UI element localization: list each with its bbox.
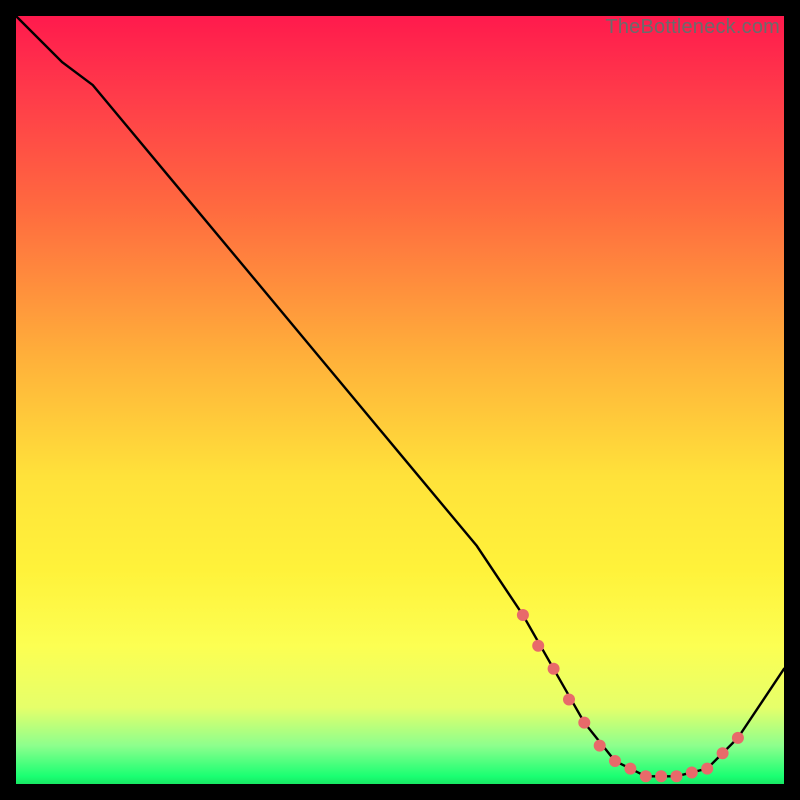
highlight-dot <box>563 694 575 706</box>
highlight-dot <box>655 770 667 782</box>
highlight-dot <box>609 755 621 767</box>
watermark-text: TheBottleneck.com <box>605 16 780 39</box>
highlight-dots <box>517 609 744 782</box>
highlight-dot <box>640 770 652 782</box>
curve-layer <box>16 16 784 776</box>
plot-area: TheBottleneck.com <box>16 16 784 784</box>
highlight-dot <box>701 763 713 775</box>
highlight-dot <box>517 609 529 621</box>
highlight-dot <box>671 770 683 782</box>
highlight-dot <box>548 663 560 675</box>
highlight-dot <box>594 740 606 752</box>
chart-svg <box>16 16 784 784</box>
highlight-dot <box>717 747 729 759</box>
bottleneck-curve <box>16 16 784 776</box>
highlight-dot <box>532 640 544 652</box>
highlight-dot <box>732 732 744 744</box>
highlight-dot <box>624 763 636 775</box>
chart-frame: TheBottleneck.com <box>0 0 800 800</box>
highlight-dot <box>578 717 590 729</box>
highlight-dot <box>686 767 698 779</box>
